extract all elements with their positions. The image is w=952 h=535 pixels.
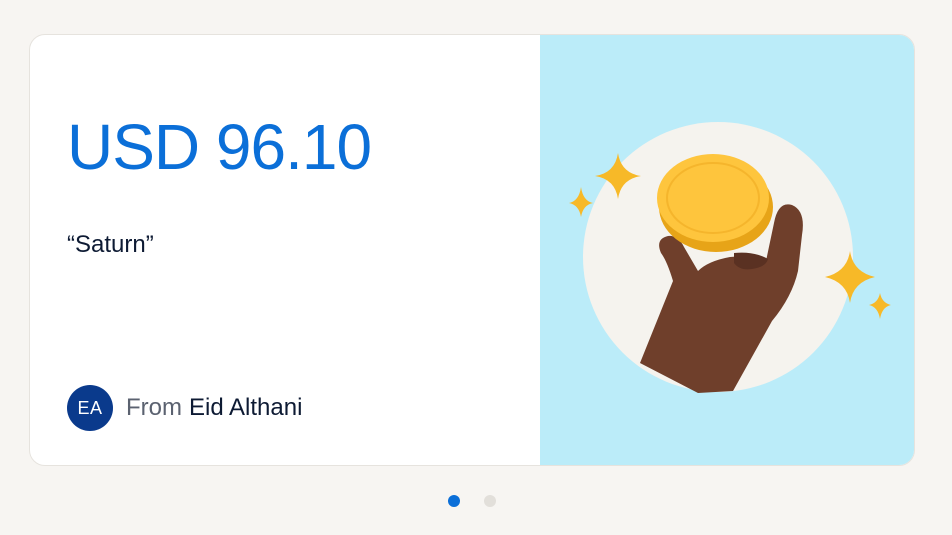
sparkle-icon	[869, 293, 891, 319]
gift-message: “Saturn”	[67, 231, 154, 258]
gift-card: USD 96.10 “Saturn” EA From Eid Althani	[29, 34, 915, 466]
from-label: From	[126, 394, 182, 421]
carousel-pager	[448, 495, 496, 507]
gift-amount: USD 96.10	[67, 111, 372, 183]
avatar: EA	[67, 385, 113, 431]
pager-dot[interactable]	[448, 495, 460, 507]
gift-illustration-panel	[540, 35, 914, 465]
gift-card-details: USD 96.10 “Saturn” EA From Eid Althani	[30, 35, 540, 465]
sender-row: EA From Eid Althani	[67, 385, 302, 431]
pager-dot[interactable]	[484, 495, 496, 507]
hand-holding-coin-icon	[569, 122, 891, 393]
sparkle-icon	[569, 187, 593, 217]
sender-name: Eid Althani	[189, 394, 303, 421]
